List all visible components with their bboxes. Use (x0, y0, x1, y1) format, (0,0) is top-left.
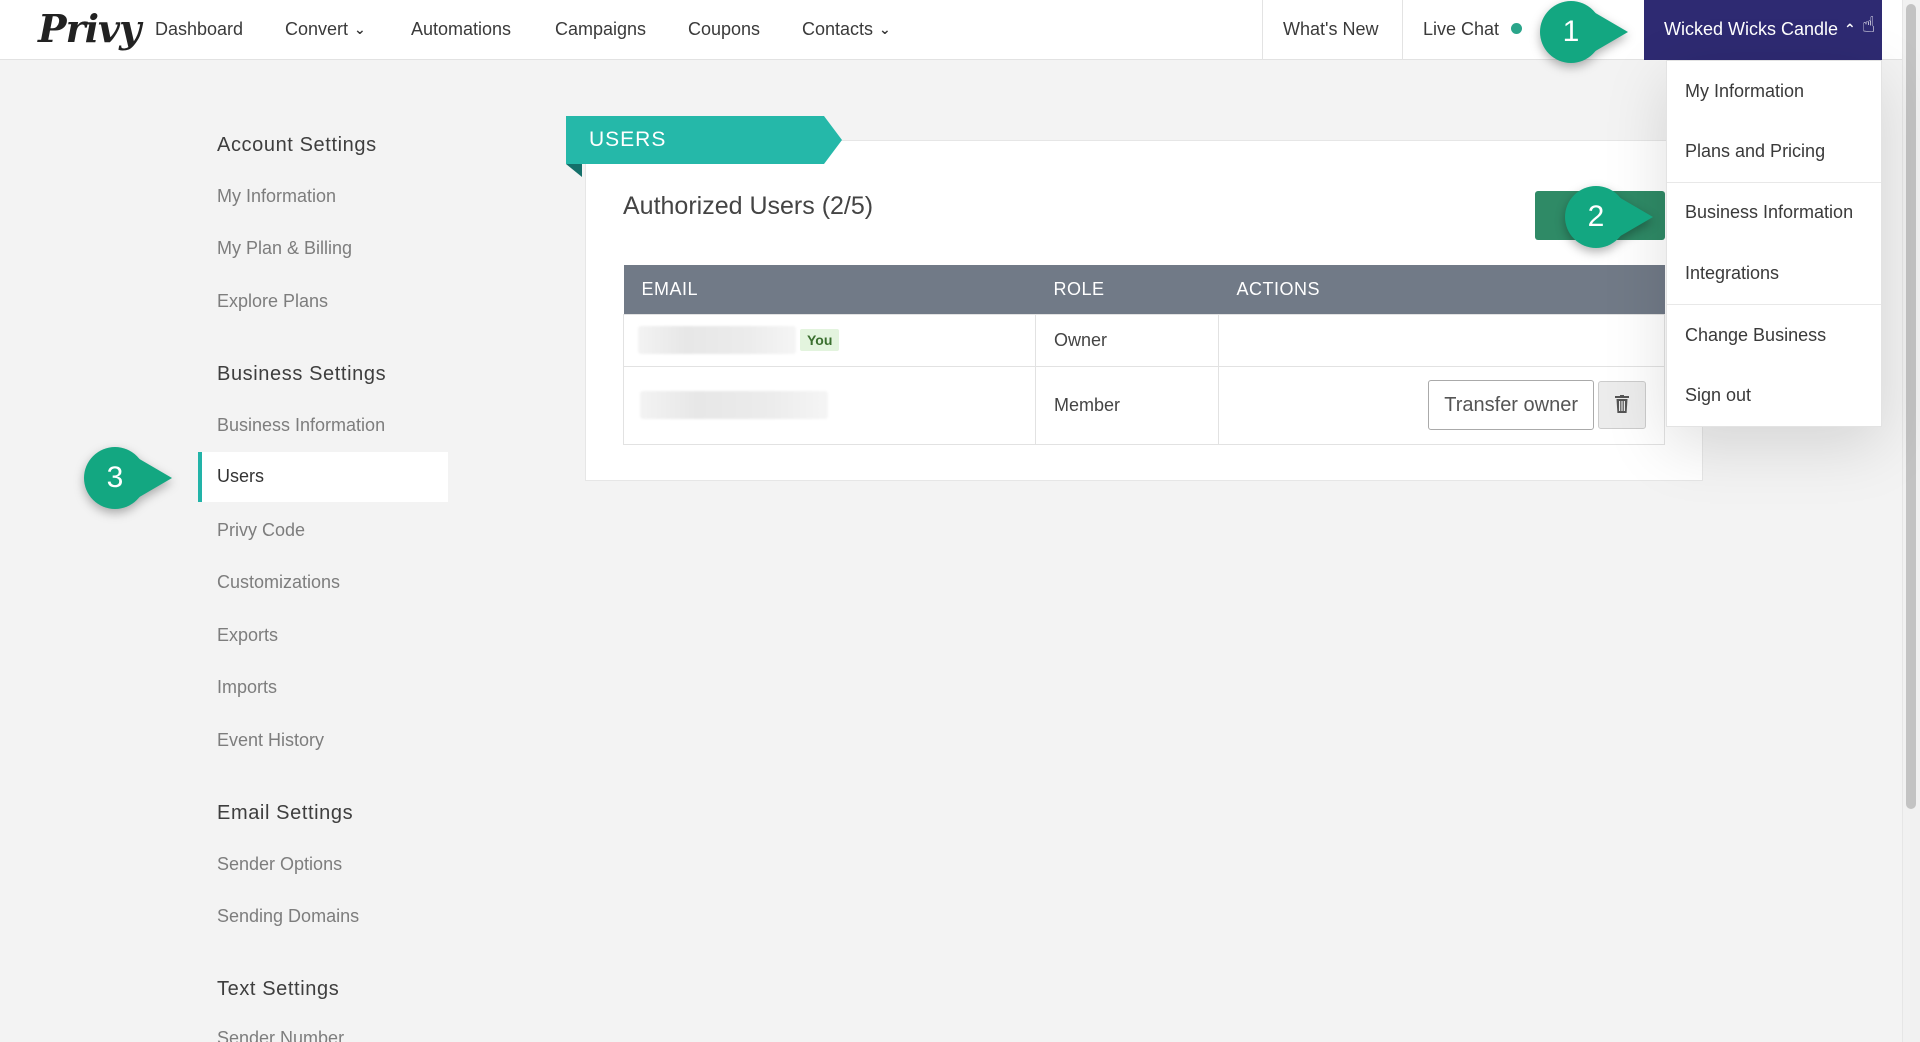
sidebar-item-privy-code[interactable]: Privy Code (217, 520, 305, 541)
menu-item-business-information[interactable]: Business Information (1667, 182, 1881, 242)
redacted-email (638, 326, 796, 354)
column-header-role: ROLE (1035, 265, 1219, 314)
menu-item-sign-out[interactable]: Sign out (1667, 365, 1881, 425)
chevron-up-icon: ⌃ (1844, 21, 1856, 37)
sidebar-item-imports[interactable]: Imports (217, 677, 277, 698)
nav-divider (1402, 0, 1403, 60)
nav-automations[interactable]: Automations (411, 19, 511, 40)
step-callout-2: 2 (1565, 186, 1665, 248)
nav-whats-new[interactable]: What's New (1283, 19, 1378, 40)
sidebar-item-sender-number[interactable]: Sender Number (217, 1028, 344, 1042)
email-cell (623, 365, 1036, 445)
sidebar-section-email: Email Settings (217, 802, 354, 824)
sidebar-item-exports[interactable]: Exports (217, 625, 278, 646)
table-row: Member Transfer owner (623, 365, 1665, 445)
sidebar-section-business: Business Settings (217, 363, 387, 385)
ribbon-label: USERS (589, 128, 667, 151)
sidebar-section-account: Account Settings (217, 134, 377, 156)
sidebar-item-plan-billing[interactable]: My Plan & Billing (217, 238, 352, 259)
sidebar-item-label: Users (217, 466, 265, 486)
column-header-actions: ACTIONS (1218, 265, 1665, 314)
column-header-email: EMAIL (623, 265, 1036, 314)
actions-cell (1218, 313, 1665, 367)
users-table: EMAIL ROLE ACTIONS You Owner Member Tran… (623, 265, 1665, 445)
menu-item-plans-pricing[interactable]: Plans and Pricing (1667, 121, 1881, 181)
callout-number: 1 (1562, 15, 1580, 48)
business-dropdown-menu: My Information Plans and Pricing Busines… (1666, 60, 1882, 427)
chevron-down-icon: ⌄ (354, 21, 366, 37)
sidebar-item-users[interactable]: Users (198, 452, 448, 502)
role-cell: Member (1035, 365, 1219, 445)
sidebar-item-business-information[interactable]: Business Information (217, 415, 385, 436)
table-header-row: EMAIL ROLE ACTIONS (623, 265, 1665, 314)
online-status-dot (1511, 22, 1523, 34)
step-callout-3: 3 (84, 447, 184, 509)
menu-item-my-information[interactable]: My Information (1667, 61, 1881, 121)
chevron-down-icon: ⌄ (879, 21, 891, 37)
trash-icon (1615, 395, 1629, 413)
step-callout-1: 1 (1540, 1, 1640, 63)
nav-divider (1262, 0, 1263, 60)
nav-convert-label: Convert (285, 19, 349, 39)
callout-number: 3 (106, 461, 124, 494)
redacted-email (640, 391, 828, 419)
sidebar-item-customizations[interactable]: Customizations (217, 572, 340, 593)
sidebar-section-text: Text Settings (217, 978, 340, 1000)
nav-contacts-label: Contacts (802, 19, 874, 39)
nav-coupons[interactable]: Coupons (688, 19, 760, 40)
hand-pointer-icon: ☝ (1862, 12, 1876, 37)
nav-live-chat[interactable]: Live Chat (1423, 19, 1523, 40)
privy-logo[interactable]: Privy (38, 6, 141, 51)
sidebar-item-explore-plans[interactable]: Explore Plans (217, 291, 328, 312)
section-ribbon: USERS (566, 116, 842, 164)
sidebar-item-event-history[interactable]: Event History (217, 730, 324, 751)
live-chat-label: Live Chat (1423, 19, 1500, 39)
sidebar-item-my-information[interactable]: My Information (217, 186, 336, 207)
actions-cell: Transfer owner (1218, 365, 1665, 445)
role-cell: Owner (1035, 313, 1219, 367)
menu-item-integrations[interactable]: Integrations (1667, 243, 1881, 303)
transfer-owner-button[interactable]: Transfer owner (1428, 380, 1594, 430)
email-cell: You (623, 313, 1036, 367)
ribbon-fold (566, 164, 582, 177)
sidebar-item-sender-options[interactable]: Sender Options (217, 854, 342, 875)
page-scrollbar-thumb[interactable] (1906, 4, 1916, 809)
sidebar-item-sending-domains[interactable]: Sending Domains (217, 906, 359, 927)
page-title: Authorized Users (2/5) (623, 192, 874, 220)
menu-item-change-business[interactable]: Change Business (1667, 305, 1881, 365)
nav-convert[interactable]: Convert ⌄ (285, 19, 366, 40)
nav-contacts[interactable]: Contacts ⌄ (802, 19, 891, 40)
nav-campaigns[interactable]: Campaigns (555, 19, 646, 40)
nav-dashboard[interactable]: Dashboard (155, 19, 243, 40)
business-name: Wicked Wicks Candle (1664, 19, 1839, 39)
table-row: You Owner (623, 313, 1665, 367)
delete-user-button[interactable] (1598, 381, 1646, 429)
business-menu-button[interactable]: Wicked Wicks Candle ⌃ (1644, 0, 1882, 60)
you-badge: You (800, 329, 840, 351)
callout-number: 2 (1587, 200, 1605, 233)
